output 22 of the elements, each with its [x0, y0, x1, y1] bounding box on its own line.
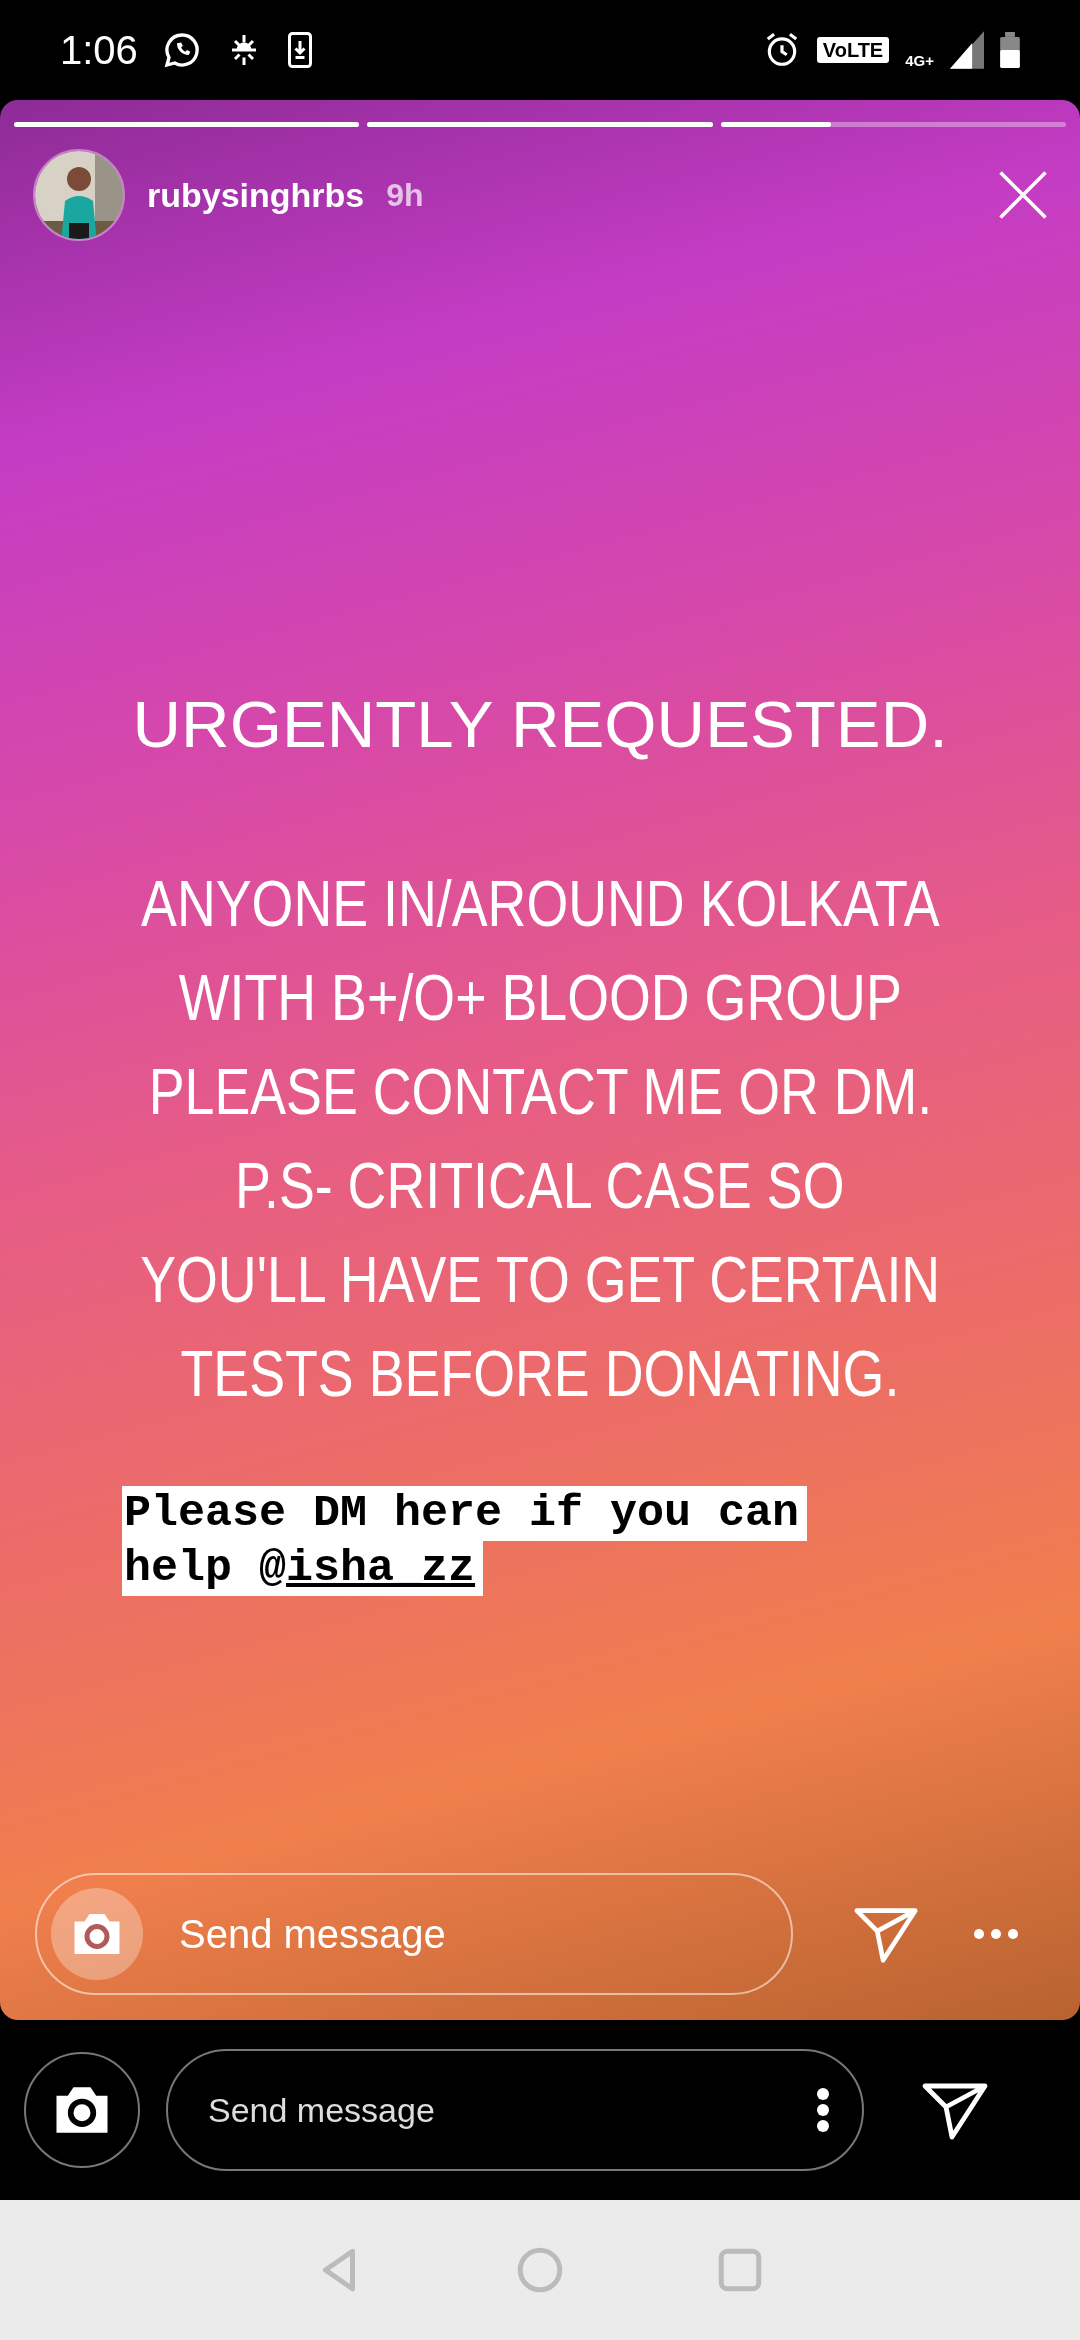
clock-time: 1:06: [60, 27, 138, 74]
post-age: 9h: [386, 176, 424, 215]
message-line: ANYONE IN/AROUND KOLKATA: [140, 872, 940, 936]
signal-icon: [950, 31, 984, 69]
camera-button[interactable]: [24, 2052, 140, 2168]
volte-badge: VoLTE: [816, 37, 890, 63]
message-field[interactable]: Send message: [166, 2049, 864, 2171]
mention-link[interactable]: isha_zz: [286, 1543, 476, 1594]
sticker-text: help @isha_zz: [122, 1541, 484, 1596]
more-icon[interactable]: [816, 2087, 830, 2133]
battery-icon: [1000, 32, 1020, 68]
download-icon: [285, 32, 314, 68]
sticker-text: Please DM here if you can: [122, 1486, 808, 1541]
message-line: PLEASE CONTACT ME OR DM.: [148, 1060, 932, 1124]
username[interactable]: rubysinghrbs: [147, 169, 365, 221]
message-line: P.S- CRITICAL CASE SO: [235, 1154, 845, 1218]
placeholder-text: Send message: [208, 2089, 435, 2131]
placeholder-text: Send message: [179, 1911, 446, 1958]
message-line: WITH B+/O+ BLOOD GROUP: [178, 966, 902, 1030]
message-line: YOU'LL HAVE TO GET CERTAIN: [140, 1248, 940, 1312]
network-type: 4G+: [905, 50, 934, 71]
message-line: TESTS BEFORE DONATING.: [180, 1342, 900, 1406]
